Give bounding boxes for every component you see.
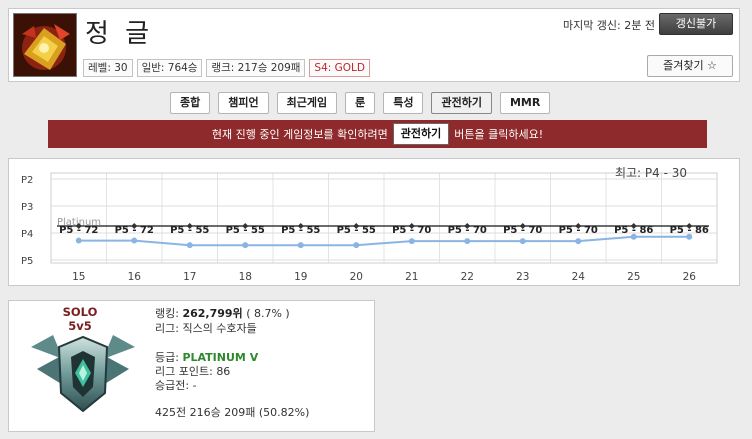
chart-x-tick: 16 <box>128 271 142 283</box>
chart-x-tick: 15 <box>72 271 85 283</box>
update-button[interactable]: 갱신불가 <box>659 13 733 35</box>
profile-icon <box>13 13 77 77</box>
league-name: 직스의 수호자들 <box>182 322 257 335</box>
ranking-percent: ( 8.7% ) <box>246 307 290 320</box>
chart-data-label: P5 - 55 <box>337 225 376 236</box>
normal-wins-badge: 일반: 764승 <box>136 59 203 77</box>
summoner-badges: 레벨: 30 일반: 764승 랭크: 217승 209패 S4: GOLD <box>83 59 370 77</box>
chart-y-tick: P3 <box>21 202 33 213</box>
chart-x-tick: 17 <box>183 271 196 283</box>
chart-point <box>353 242 360 249</box>
banner-text-after: 버튼을 클릭하세요! <box>454 128 544 141</box>
chart-data-label: P5 - 55 <box>281 225 320 236</box>
chart-y-tick: P5 <box>21 256 33 267</box>
chart-data-label: P5 - 55 <box>226 225 265 236</box>
chart-point <box>131 237 138 244</box>
chart-x-tick: 21 <box>405 271 418 283</box>
chart-x-tick: 20 <box>350 271 363 283</box>
summoner-name: 정 글 <box>85 19 154 49</box>
tab-recent-games[interactable]: 최근게임 <box>276 92 338 114</box>
chart-y-tick: P2 <box>21 175 33 186</box>
season4-tier-badge: S4: GOLD <box>309 59 370 77</box>
level-badge: 레벨: 30 <box>83 59 133 77</box>
league-row: 리그: 직스의 수호자들 <box>155 322 257 335</box>
chart-point <box>186 242 193 249</box>
chart-x-tick: 23 <box>516 271 529 283</box>
ranking-row: 랭킹: 262,799위 ( 8.7% ) <box>155 307 290 320</box>
tab-masteries[interactable]: 특성 <box>383 92 424 114</box>
summoner-header: 정 글 레벨: 30 일반: 764승 랭크: 217승 209패 S4: GO… <box>8 8 740 82</box>
tab-mmr[interactable]: MMR <box>499 92 551 114</box>
banner-text-before: 현재 진행 중인 게임정보를 확인하려면 <box>211 128 388 141</box>
chart-data-label: P5 - 72 <box>59 225 98 236</box>
chart-point <box>242 242 249 249</box>
queue-type-label: SOLO 5v5 <box>62 305 98 333</box>
tab-overview[interactable]: 종합 <box>170 92 211 114</box>
chart-point <box>464 238 471 245</box>
chart-data-label: P5 - 70 <box>448 225 487 236</box>
chart-data-label: P5 - 55 <box>170 225 209 236</box>
chart-x-tick: 25 <box>627 271 640 283</box>
tab-champions[interactable]: 챔피언 <box>218 92 269 114</box>
chart-x-tick: 19 <box>294 271 307 283</box>
chart-x-tick: 18 <box>239 271 252 283</box>
spectate-button[interactable]: 관전하기 <box>392 123 450 145</box>
spectate-banner: 현재 진행 중인 게임정보를 확인하려면 관전하기 버튼을 클릭하세요! <box>48 120 707 148</box>
chart-x-tick: 24 <box>572 271 586 283</box>
chart-data-label: P5 - 70 <box>503 225 542 236</box>
tab-spectate[interactable]: 관전하기 <box>431 92 492 114</box>
chart-x-tick: 26 <box>683 271 697 283</box>
tab-runes[interactable]: 룬 <box>345 92 376 114</box>
favorite-button[interactable]: 즐겨찾기 ☆ <box>647 55 733 77</box>
chart-data-label: P5 - 70 <box>392 225 431 236</box>
chart-data-label: P5 - 70 <box>559 225 598 236</box>
chart-point <box>75 237 82 244</box>
chart-x-tick: 22 <box>461 271 474 283</box>
ranked-solo-panel: SOLO 5v5 랭킹: 262,799위 ( 8.7% ) 리그: 직스의 수… <box>8 300 375 432</box>
chart-best-label: 최고: P4 - 30 <box>614 166 687 180</box>
chart-data-label: P5 - 86 <box>614 225 653 236</box>
chart-point <box>297 242 304 249</box>
league-points-value: 86 <box>216 365 231 378</box>
chart-point <box>575 238 582 245</box>
tab-bar: 종합 챔피언 최근게임 룬 특성 관전하기 MMR <box>170 92 551 114</box>
ranked-record-badge: 랭크: 217승 209패 <box>206 59 306 77</box>
promotion-row: 승급전: - <box>155 379 197 392</box>
chart-data-label: P5 - 72 <box>115 225 154 236</box>
promotion-value: - <box>192 379 197 392</box>
chart-point <box>408 238 415 245</box>
chart-data-label: P5 - 86 <box>670 225 709 236</box>
chart-y-tick: P4 <box>21 229 33 240</box>
ranking-value: 262,799위 <box>182 307 243 320</box>
last-update-text: 마지막 갱신: 2분 전 <box>562 19 655 32</box>
league-points-chart: P2 P3 P4 P5 Platinum P5 - 72 15 P5 - 72 16 P5 - 5… <box>8 158 740 286</box>
season-record: 425전 216승 209패 (50.82%) <box>155 406 310 419</box>
chart-point <box>519 238 526 245</box>
